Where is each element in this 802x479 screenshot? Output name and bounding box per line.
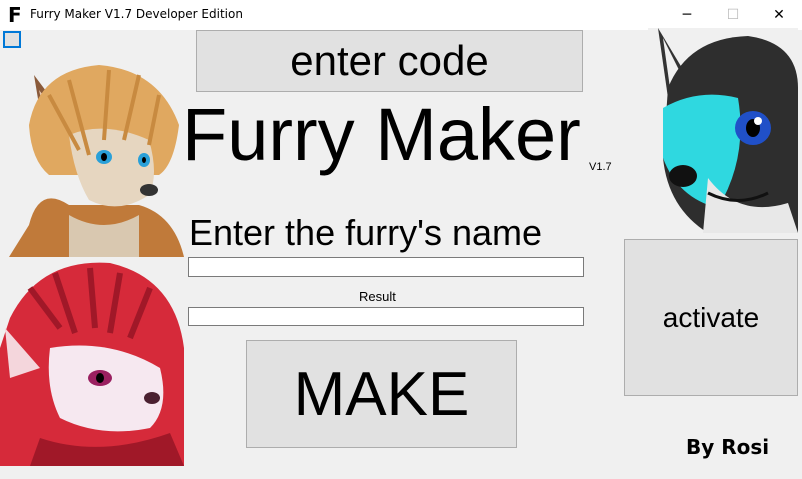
close-icon: ✕ (773, 7, 785, 23)
name-prompt-label: Enter the furry's name (189, 212, 543, 253)
activate-button[interactable]: activate (624, 239, 798, 396)
furry-name-input[interactable] (188, 257, 584, 277)
focused-small-control[interactable] (3, 31, 21, 48)
author-credit: By Rosi (686, 435, 770, 459)
red-wolf-portrait (0, 258, 184, 466)
maximize-button[interactable]: ☐ (710, 0, 756, 30)
result-label: Result (359, 289, 396, 304)
make-button[interactable]: MAKE (246, 340, 517, 448)
enter-code-button[interactable]: enter code (196, 30, 583, 92)
result-field[interactable] (188, 307, 584, 326)
cyan-fox-portrait (648, 28, 798, 233)
app-icon: F (8, 3, 22, 27)
minimize-button[interactable]: ─ (664, 0, 710, 30)
title-bar: F Furry Maker V1.7 Developer Edition ─ ☐… (0, 0, 802, 30)
app-title: Furry Maker (182, 93, 581, 176)
maximize-icon: ☐ (726, 7, 740, 23)
blonde-fox-portrait (9, 55, 184, 257)
close-button[interactable]: ✕ (756, 0, 802, 30)
minimize-icon: ─ (682, 7, 692, 23)
window-title: Furry Maker V1.7 Developer Edition (30, 7, 243, 21)
version-label: V1.7 (589, 161, 612, 173)
